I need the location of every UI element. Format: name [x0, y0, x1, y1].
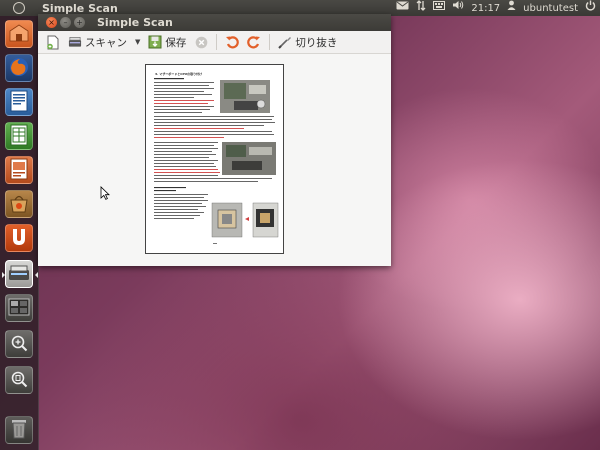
user-icon: [507, 0, 516, 16]
scanned-page[interactable]: 3. マザーボードとCPUの取り付け: [145, 64, 284, 254]
launcher-lens-apps[interactable]: [5, 330, 33, 358]
simple-scan-icon: [8, 265, 30, 284]
launcher-simple-scan[interactable]: [2, 260, 38, 288]
close-icon: ×: [48, 17, 55, 27]
firefox-icon: [8, 56, 30, 81]
dropdown-arrow-icon: ▼: [135, 38, 141, 46]
page-content-lines: [154, 78, 279, 244]
save-button[interactable]: 保存: [146, 33, 188, 51]
new-document-icon: [46, 35, 60, 49]
launcher-workspace-switcher[interactable]: [5, 294, 33, 322]
trash-icon: [10, 418, 28, 443]
window-title: Simple Scan: [97, 16, 173, 29]
maximize-icon: +: [76, 17, 83, 27]
clock[interactable]: 21:17: [471, 3, 500, 14]
window-maximize-button[interactable]: +: [74, 17, 85, 28]
launcher-calc[interactable]: [5, 122, 33, 150]
power-icon[interactable]: [585, 0, 596, 17]
minimize-icon: –: [63, 17, 68, 27]
mouse-cursor: [100, 186, 110, 200]
scan-options-dropdown[interactable]: ▼: [133, 33, 142, 51]
network-icon[interactable]: [416, 0, 426, 17]
toolbar-separator: [269, 34, 271, 50]
scan-button-label: スキャン: [85, 36, 127, 49]
save-icon: [148, 35, 162, 49]
simple-scan-window: × – + Simple Scan スキャン ▼ 保存 切り抜き 3. マザーボ…: [38, 14, 391, 266]
stop-icon: [194, 35, 208, 49]
focused-indicator: [35, 272, 38, 278]
rotate-left-icon: [225, 35, 240, 49]
home-folder-icon: [9, 24, 29, 45]
launcher-firefox[interactable]: [5, 54, 33, 82]
dash-button[interactable]: [0, 0, 38, 16]
launcher-impress[interactable]: [5, 156, 33, 184]
window-close-button[interactable]: ×: [46, 17, 57, 28]
launcher-home-folder[interactable]: [5, 20, 33, 48]
toolbar-separator: [216, 34, 218, 50]
lens-files-icon: [10, 370, 28, 391]
scanner-icon: [68, 35, 82, 49]
impress-icon: [10, 158, 28, 183]
save-button-label: 保存: [165, 36, 187, 49]
ubuntu-logo-icon: [13, 2, 25, 14]
user-name[interactable]: ubuntutest: [523, 3, 578, 14]
launcher-software-center[interactable]: [5, 190, 33, 218]
launcher-trash[interactable]: [5, 416, 33, 444]
lens-apps-icon: [10, 334, 28, 355]
window-minimize-button[interactable]: –: [60, 17, 71, 28]
launcher-lens-files[interactable]: [5, 366, 33, 394]
rotate-right-button[interactable]: [245, 33, 263, 51]
writer-icon: [10, 90, 28, 115]
mail-icon[interactable]: [396, 0, 409, 16]
crop-button[interactable]: 切り抜き: [276, 33, 339, 51]
new-document-button[interactable]: [44, 33, 62, 51]
ubuntu-one-icon: [10, 227, 28, 250]
rotate-right-icon: [247, 35, 261, 49]
crop-button-label: 切り抜き: [295, 36, 338, 49]
workspace-switcher-icon: [8, 298, 30, 319]
crop-icon: [278, 35, 292, 49]
window-titlebar[interactable]: × – + Simple Scan: [38, 14, 391, 31]
rotate-left-button[interactable]: [223, 33, 241, 51]
toolbar: スキャン ▼ 保存 切り抜き: [38, 31, 391, 54]
running-indicator: [2, 272, 5, 278]
indicator-area: 21:17 ubuntutest: [396, 0, 596, 16]
scan-button[interactable]: スキャン: [66, 33, 129, 51]
scan-preview-area[interactable]: 3. マザーボードとCPUの取り付け: [38, 54, 391, 266]
stop-button[interactable]: [192, 33, 210, 51]
launcher-writer[interactable]: [5, 88, 33, 116]
launcher-ubuntu-one[interactable]: [5, 224, 33, 252]
panel-app-title: Simple Scan: [42, 1, 118, 15]
launcher: [0, 16, 39, 450]
calc-icon: [10, 124, 28, 149]
volume-icon[interactable]: [452, 0, 464, 16]
keyboard-icon[interactable]: [433, 0, 446, 16]
software-center-icon: [8, 193, 30, 216]
